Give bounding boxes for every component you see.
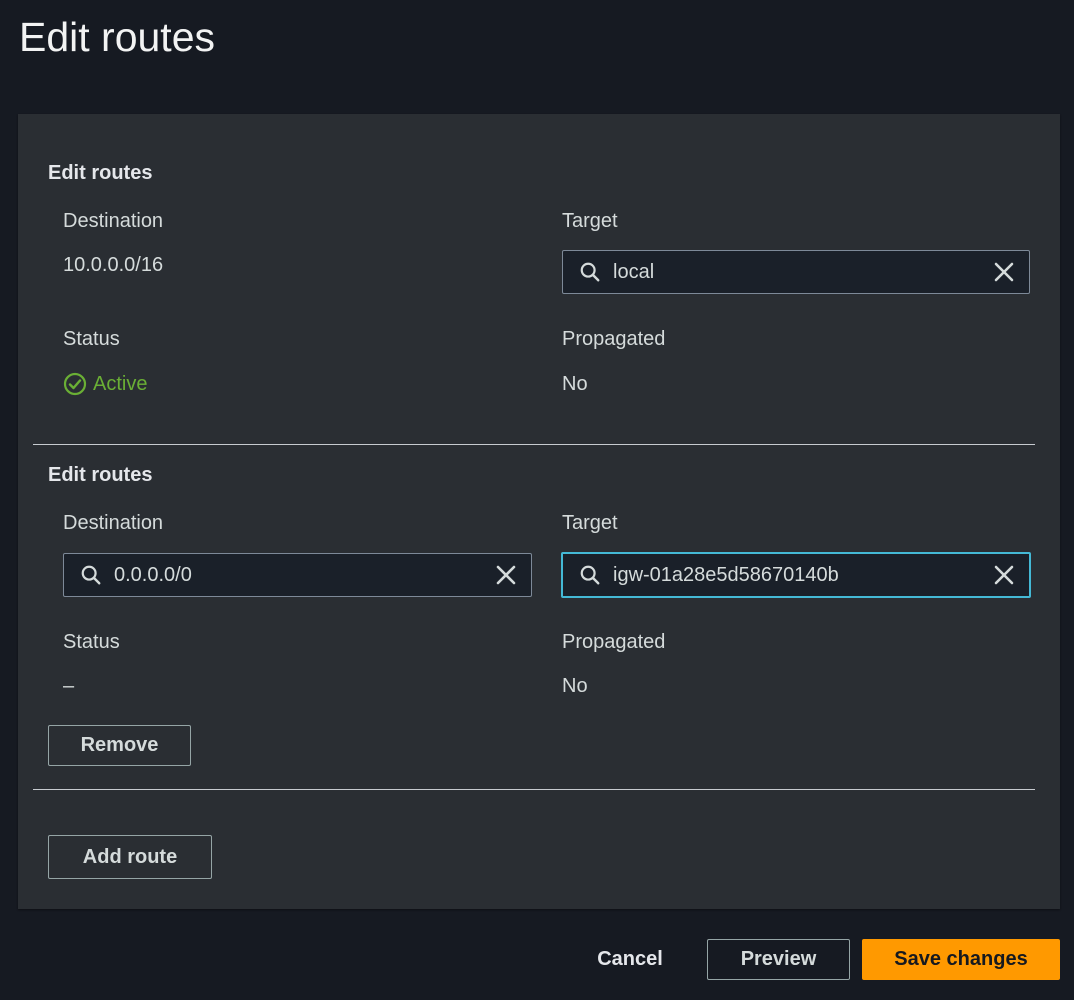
route-2-target-label: Target bbox=[562, 512, 618, 534]
route-1-destination-value: 10.0.0.0/16 bbox=[63, 254, 164, 276]
route-2-target-input[interactable] bbox=[613, 554, 983, 596]
route-1-status-value: Active bbox=[93, 372, 148, 395]
routes-panel: Edit routes Destination 10.0.0.0/16 Targ… bbox=[18, 114, 1060, 909]
route-divider bbox=[33, 789, 1035, 790]
route-1-target-field[interactable] bbox=[562, 250, 1030, 294]
route-1-target-input[interactable] bbox=[613, 251, 983, 293]
clear-icon[interactable] bbox=[991, 259, 1017, 285]
search-icon bbox=[81, 565, 101, 585]
route-1-status: Active bbox=[63, 372, 147, 396]
route-1-destination-label: Destination bbox=[63, 210, 164, 232]
route-1-section-title: Edit routes bbox=[48, 162, 153, 184]
remove-button[interactable]: Remove bbox=[48, 725, 191, 766]
route-1-target-label: Target bbox=[562, 210, 618, 232]
add-route-button[interactable]: Add route bbox=[48, 835, 212, 879]
route-2-status-value: – bbox=[63, 675, 75, 697]
search-icon bbox=[580, 565, 600, 585]
check-circle-icon bbox=[63, 372, 87, 396]
preview-button[interactable]: Preview bbox=[707, 939, 850, 980]
save-changes-button[interactable]: Save changes bbox=[862, 939, 1060, 980]
route-2-status-label: Status bbox=[63, 631, 120, 653]
clear-icon[interactable] bbox=[991, 562, 1017, 588]
route-1-status-label: Status bbox=[63, 328, 120, 350]
route-2-propagated-label: Propagated bbox=[562, 631, 666, 653]
route-2-section-title: Edit routes bbox=[48, 464, 153, 486]
route-2-target-field[interactable] bbox=[561, 552, 1031, 598]
route-1-propagated-value: No bbox=[562, 373, 588, 395]
route-2-destination-field[interactable] bbox=[63, 553, 532, 597]
route-1-propagated-label: Propagated bbox=[562, 328, 666, 350]
route-2-destination-input[interactable] bbox=[114, 554, 485, 596]
route-divider bbox=[33, 444, 1035, 445]
page-title: Edit routes bbox=[19, 14, 215, 60]
route-2-destination-label: Destination bbox=[63, 512, 164, 534]
clear-icon[interactable] bbox=[493, 562, 519, 588]
search-icon bbox=[580, 262, 600, 282]
cancel-button[interactable]: Cancel bbox=[585, 939, 675, 980]
route-2-propagated-value: No bbox=[562, 675, 588, 697]
